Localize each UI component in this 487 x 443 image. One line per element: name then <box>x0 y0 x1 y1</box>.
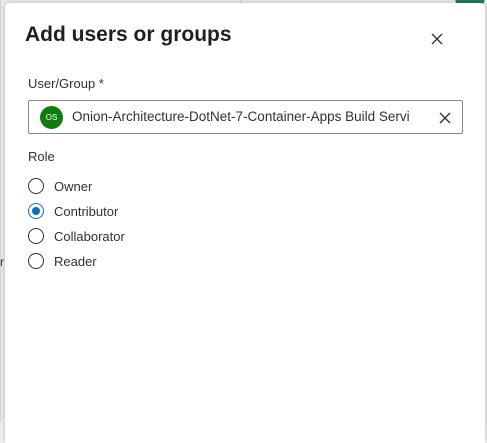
add-users-dialog: Add users or groups User/Group * OS Onio… <box>5 3 485 443</box>
role-option-label: Owner <box>54 178 93 194</box>
close-icon <box>439 112 451 124</box>
role-option-label: Reader <box>54 253 97 269</box>
close-icon <box>431 33 443 45</box>
role-option-label: Contributor <box>54 203 119 219</box>
user-group-picker[interactable]: OS Onion-Architecture-DotNet-7-Container… <box>28 100 463 134</box>
radio-button[interactable] <box>28 253 44 269</box>
backdrop-text-fragment: r <box>0 255 4 269</box>
selected-identity-name: Onion-Architecture-DotNet-7-Container-Ap… <box>72 109 410 124</box>
backdrop-divider <box>0 0 1 422</box>
role-option-owner[interactable]: Owner <box>28 176 92 196</box>
radio-button[interactable] <box>28 203 44 219</box>
close-button[interactable] <box>425 27 449 51</box>
remove-identity-button[interactable] <box>436 109 454 127</box>
user-group-label: User/Group * <box>28 76 104 91</box>
avatar: OS <box>40 106 63 129</box>
role-option-collaborator[interactable]: Collaborator <box>28 226 125 246</box>
role-option-contributor[interactable]: Contributor <box>28 201 118 221</box>
role-label: Role <box>28 149 55 164</box>
role-option-reader[interactable]: Reader <box>28 251 97 271</box>
radio-button[interactable] <box>28 228 44 244</box>
role-option-label: Collaborator <box>54 228 125 244</box>
radio-button[interactable] <box>28 178 44 194</box>
dialog-title: Add users or groups <box>25 23 232 46</box>
